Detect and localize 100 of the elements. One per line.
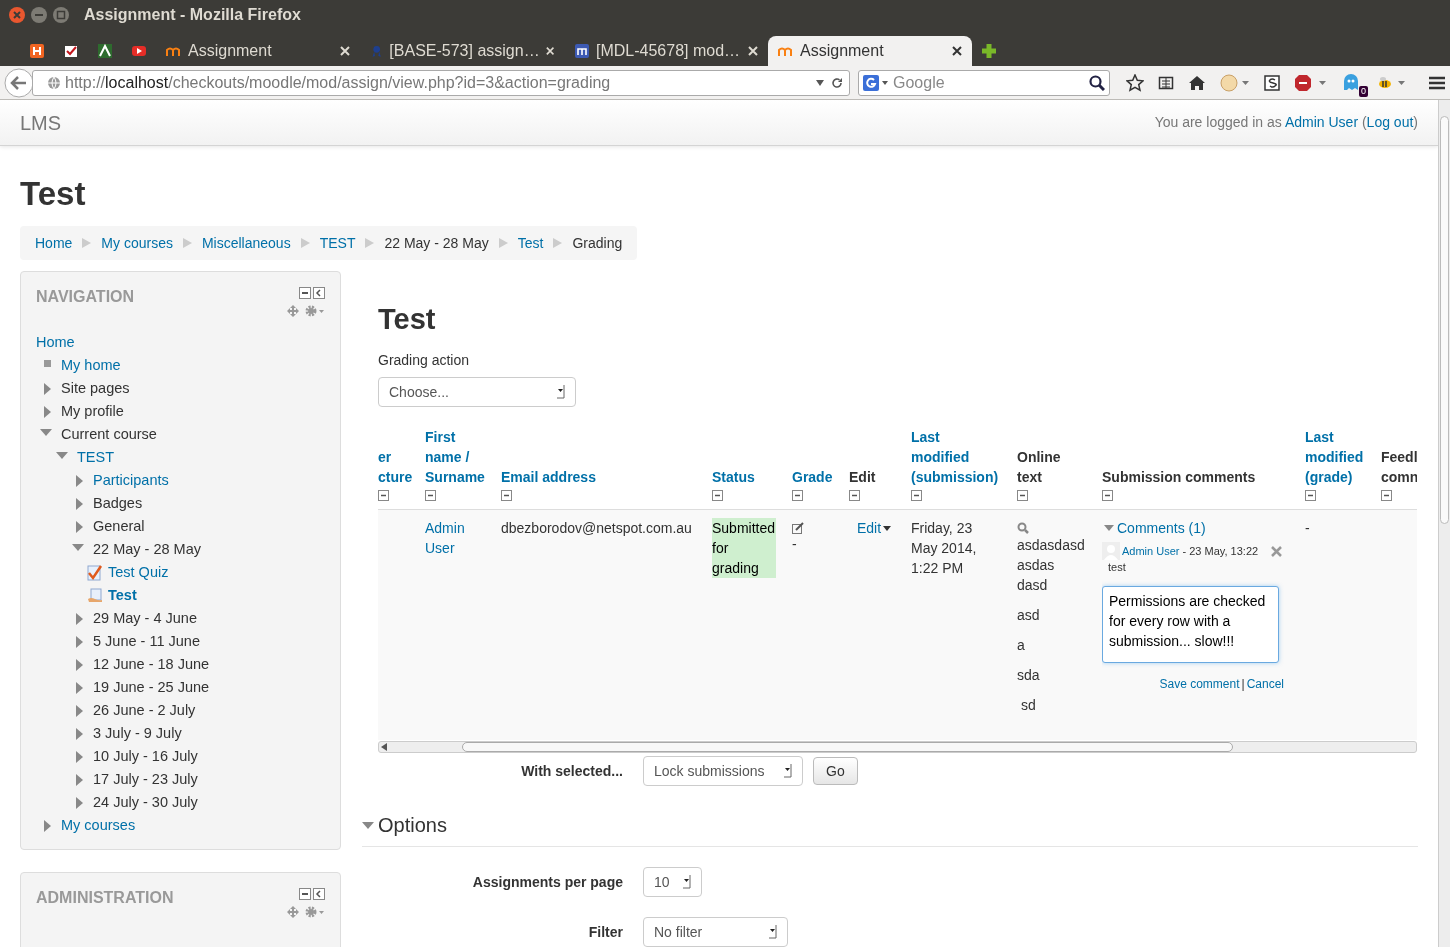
dock-icon[interactable] — [313, 888, 325, 900]
edit-grade-icon[interactable] — [792, 522, 804, 534]
collapse-column-icon[interactable] — [425, 490, 436, 501]
nav-item[interactable]: General — [93, 515, 145, 538]
save-comment-link[interactable]: Save comment — [1159, 677, 1240, 691]
nav-item[interactable]: 19 June - 25 June — [93, 676, 210, 699]
dropdown-icon[interactable] — [683, 875, 691, 889]
move-icon[interactable] — [287, 305, 299, 317]
section-title[interactable]: Options — [378, 810, 447, 840]
gear-icon[interactable] — [305, 906, 325, 918]
minimize-icon[interactable] — [299, 287, 311, 299]
search-input[interactable]: Google — [893, 70, 1085, 95]
column-header[interactable]: Email address — [501, 467, 712, 487]
address-field[interactable]: http://localhost/checkouts/moodle/mod/assign/view.php?id=3&action=grading — [32, 69, 850, 96]
column-header[interactable]: Last modified (submission) — [911, 427, 1017, 487]
horizontal-scrollbar[interactable] — [378, 741, 1417, 753]
collapse-column-icon[interactable] — [1381, 490, 1392, 501]
collapse-column-icon[interactable] — [501, 490, 512, 501]
site-brand[interactable]: LMS — [20, 107, 62, 138]
column-header[interactable]: Status — [712, 467, 792, 487]
nav-item[interactable]: 17 July - 23 July — [93, 768, 198, 791]
user-link[interactable]: Admin User — [1284, 114, 1359, 130]
google-icon[interactable] — [863, 74, 889, 91]
expand-arrow-icon[interactable] — [76, 750, 83, 763]
nav-item[interactable]: Participants — [93, 469, 169, 492]
expand-arrow-icon[interactable] — [76, 474, 83, 487]
browser-tab[interactable]: Assignment — [768, 36, 972, 66]
comment-input[interactable]: Permissions are checked for every row with a submission... slow!!! — [1102, 586, 1279, 663]
search-field[interactable]: Google — [858, 69, 1110, 96]
collapse-column-icon[interactable] — [1305, 490, 1316, 501]
dropdown-icon[interactable] — [784, 764, 792, 778]
edit-menu-link[interactable]: Edit — [857, 518, 892, 538]
nav-item[interactable]: 12 June - 18 June — [93, 653, 210, 676]
logout-link[interactable]: Log out — [1366, 114, 1414, 130]
collapse-column-icon[interactable] — [1017, 490, 1028, 501]
collapse-column-icon[interactable] — [378, 490, 389, 501]
nav-item[interactable]: My courses — [61, 814, 136, 837]
search-icon[interactable] — [1089, 74, 1105, 91]
menu-icon[interactable] — [1428, 74, 1446, 91]
move-icon[interactable] — [287, 906, 299, 918]
collapse-column-icon[interactable] — [849, 490, 860, 501]
column-header[interactable]: First name / Surname — [425, 427, 501, 487]
browser-tab[interactable]: [BASE-573] assign… — [360, 36, 564, 66]
nav-item[interactable]: 10 July - 16 July — [93, 745, 198, 768]
new-tab-icon[interactable] — [980, 42, 998, 60]
browser-tab[interactable]: [MDL-45678] mod… — [564, 36, 768, 66]
bulk-action-select[interactable]: Lock submissions — [643, 756, 803, 786]
scrollbar[interactable] — [1438, 100, 1450, 947]
nav-item[interactable]: 26 June - 2 July — [93, 699, 196, 722]
nav-item[interactable]: Test — [108, 584, 137, 607]
dropdown-icon[interactable] — [769, 925, 777, 939]
magnifier-icon[interactable] — [1017, 522, 1029, 534]
expand-arrow-icon[interactable] — [44, 382, 51, 395]
expand-arrow-icon[interactable] — [76, 497, 83, 510]
nav-item[interactable]: TEST — [77, 446, 115, 469]
reading-list-icon[interactable] — [1158, 74, 1174, 91]
gear-icon[interactable] — [305, 305, 325, 317]
collapse-column-icon[interactable] — [792, 490, 803, 501]
expand-arrow-icon[interactable] — [76, 520, 83, 533]
collapse-column-icon[interactable] — [712, 490, 723, 501]
expand-arrow-icon[interactable] — [44, 819, 51, 832]
nav-item[interactable]: My profile — [61, 400, 124, 423]
breadcrumb-item[interactable]: Home — [35, 232, 73, 254]
user-name-link[interactable]: Admin User — [425, 518, 465, 558]
delete-icon[interactable] — [1271, 545, 1282, 557]
comment-author-link[interactable]: Admin User — [1122, 545, 1180, 557]
dropdown-icon[interactable] — [815, 78, 825, 87]
collapse-arrow-icon[interactable] — [362, 819, 374, 831]
reload-icon[interactable] — [831, 76, 843, 89]
browser-tab[interactable]: Assignment — [156, 36, 360, 66]
dock-icon[interactable] — [313, 287, 325, 299]
collapse-column-icon[interactable] — [911, 490, 922, 501]
s-icon[interactable] — [1264, 74, 1280, 91]
collapse-arrow-icon[interactable] — [40, 429, 52, 436]
nav-item[interactable]: Badges — [93, 492, 143, 515]
nav-item[interactable]: 3 July - 9 July — [93, 722, 182, 745]
nav-item[interactable]: Current course — [61, 423, 157, 446]
breadcrumb-item[interactable]: Test — [517, 232, 544, 254]
expand-arrow-icon[interactable] — [76, 635, 83, 648]
collapse-arrow-icon[interactable] — [56, 452, 68, 459]
home-icon[interactable] — [1188, 74, 1206, 91]
breadcrumb-item[interactable]: Miscellaneous — [201, 232, 291, 254]
close-icon[interactable] — [952, 46, 962, 56]
expand-arrow-icon[interactable] — [76, 612, 83, 625]
nav-item[interactable]: Test Quiz — [108, 561, 169, 584]
option-select[interactable]: No filter — [643, 917, 788, 947]
expand-arrow-icon[interactable] — [76, 704, 83, 717]
nav-item[interactable]: 22 May - 28 May — [93, 538, 201, 561]
nav-item[interactable]: Site pages — [61, 377, 130, 400]
nav-item[interactable]: 24 July - 30 July — [93, 791, 198, 814]
dropdown-icon[interactable] — [557, 385, 565, 399]
breadcrumb-item[interactable]: My courses — [101, 232, 173, 254]
collapse-arrow-icon[interactable] — [72, 544, 84, 551]
minimize-icon[interactable] — [299, 888, 311, 900]
expand-arrow-icon[interactable] — [76, 681, 83, 694]
expand-arrow-icon[interactable] — [76, 727, 83, 740]
column-header[interactable]: Last modified (grade) — [1305, 427, 1381, 487]
column-header[interactable]: er cture — [378, 447, 425, 487]
maximize-icon[interactable] — [52, 6, 70, 24]
option-select[interactable]: 10 — [643, 867, 702, 897]
